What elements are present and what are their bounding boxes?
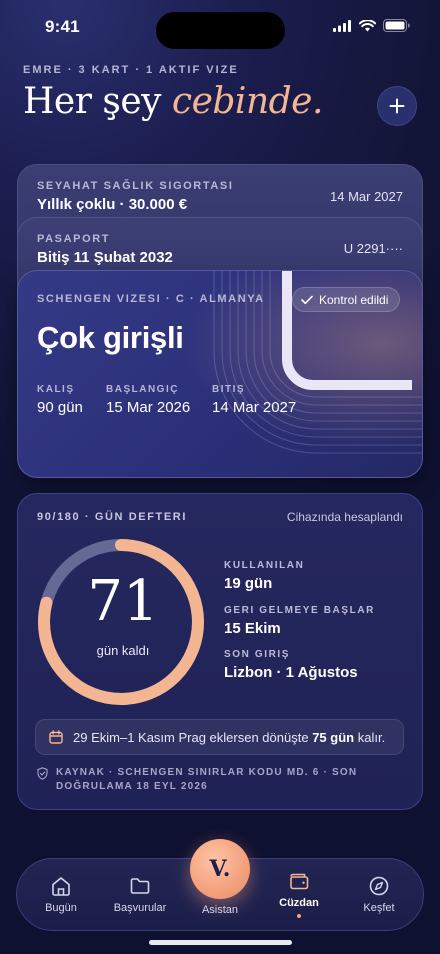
verified-badge-label: Kontrol edildi xyxy=(319,292,389,307)
tab-label: Bugün xyxy=(45,902,77,914)
add-card-button[interactable] xyxy=(377,86,417,126)
tab-assistant-label[interactable]: Asistan xyxy=(180,904,260,916)
shield-check-icon xyxy=(37,767,48,780)
status-icons xyxy=(333,19,410,32)
days-left-caption: gün kaldı xyxy=(96,643,150,658)
verified-badge: Kontrol edildi xyxy=(292,287,401,312)
visa-stat-value: 90 gün xyxy=(37,399,83,416)
insurance-label: SEYAHAT SAĞLIK SIGORTASI xyxy=(37,180,234,192)
ledger-stat-label: GERI GELMEYE BAŞLAR xyxy=(224,605,375,616)
visa-type: Çok girişli xyxy=(37,320,184,355)
tip-prefix: 29 Ekim–1 Kasım Prag eklersen dönüşte xyxy=(73,729,309,745)
check-icon xyxy=(301,295,313,304)
ledger-stat-value: 19 gün xyxy=(224,575,273,592)
visa-stat-label: BAŞLANGIÇ xyxy=(106,384,179,395)
source-note: KAYNAK · SCHENGEN SINIRLAR KODU MD. 6 · … xyxy=(37,766,396,794)
ledger-stat-value: 15 Ekim xyxy=(224,620,281,637)
tip-suffix: kalır. xyxy=(357,729,386,745)
tip-bold: 75 gün xyxy=(312,729,355,745)
active-tab-dot xyxy=(297,914,301,918)
page-title-accent: cebinde. xyxy=(171,81,324,122)
days-left-number: 71 xyxy=(87,569,159,634)
home-icon xyxy=(52,877,70,896)
tab-label: Başvurular xyxy=(113,902,167,914)
source-text: KAYNAK · SCHENGEN SINIRLAR KODU MD. 6 · … xyxy=(56,767,358,792)
visa-stat-value: 14 Mar 2027 xyxy=(212,399,297,416)
visa-stat-label: KALIŞ xyxy=(37,384,75,395)
trip-suggestion[interactable]: 29 Ekim–1 Kasım Prag eklersen dönüşte 75… xyxy=(35,719,404,755)
insurance-value: Yıllık çoklu · 30.000 € xyxy=(37,196,188,213)
dynamic-island xyxy=(156,12,285,49)
passport-value: Bitiş 11 Şubat 2032 xyxy=(37,249,173,266)
wallet-icon xyxy=(290,873,309,890)
ledger-note: Cihazında hesaplandı xyxy=(286,510,403,524)
ledger-stat-label: KULLANILAN xyxy=(224,560,305,571)
calendar-icon xyxy=(49,730,63,744)
insurance-expiry: 14 Mar 2027 xyxy=(330,189,403,204)
folder-icon xyxy=(130,878,150,894)
tab-wallet[interactable]: Cüzdan xyxy=(264,870,334,918)
tab-applications[interactable]: Başvurular xyxy=(105,875,175,914)
page-title-plain: Her şey xyxy=(23,81,161,122)
status-time: 9:41 xyxy=(45,17,80,36)
compass-icon xyxy=(369,876,389,896)
assistant-logo: V. xyxy=(209,856,231,882)
passport-number: U 2291···· xyxy=(343,241,403,256)
trip-suggestion-text: 29 Ekim–1 Kasım Prag eklersen dönüşte 75… xyxy=(73,730,385,745)
tab-label: Cüzdan xyxy=(279,897,319,909)
tab-explore[interactable]: Keşfet xyxy=(344,875,414,914)
visa-stat-value: 15 Mar 2026 xyxy=(106,399,191,416)
visa-label: SCHENGEN VIZESI · C · ALMANYA xyxy=(37,293,265,305)
ledger-stat-value: Lizbon · 1 Ağustos xyxy=(224,664,358,681)
ledger-stat-label: SON GIRIŞ xyxy=(224,649,291,660)
visa-stat-label: BITIŞ xyxy=(212,384,246,395)
tab-today[interactable]: Bugün xyxy=(26,875,96,914)
tab-label: Keşfet xyxy=(363,902,395,914)
plus-icon xyxy=(389,98,405,114)
header-eyebrow: EMRE · 3 KART · 1 AKTIF VIZE xyxy=(23,64,239,76)
signal-icon xyxy=(333,19,351,32)
ledger-title: 90/180 · GÜN DEFTERI xyxy=(37,511,187,523)
page-title: Her şey cebinde. xyxy=(23,80,323,123)
wifi-icon xyxy=(359,19,376,31)
assistant-button[interactable]: V. xyxy=(190,839,250,899)
battery-icon xyxy=(383,19,410,32)
home-indicator xyxy=(149,940,292,945)
passport-label: PASAPORT xyxy=(37,233,111,245)
